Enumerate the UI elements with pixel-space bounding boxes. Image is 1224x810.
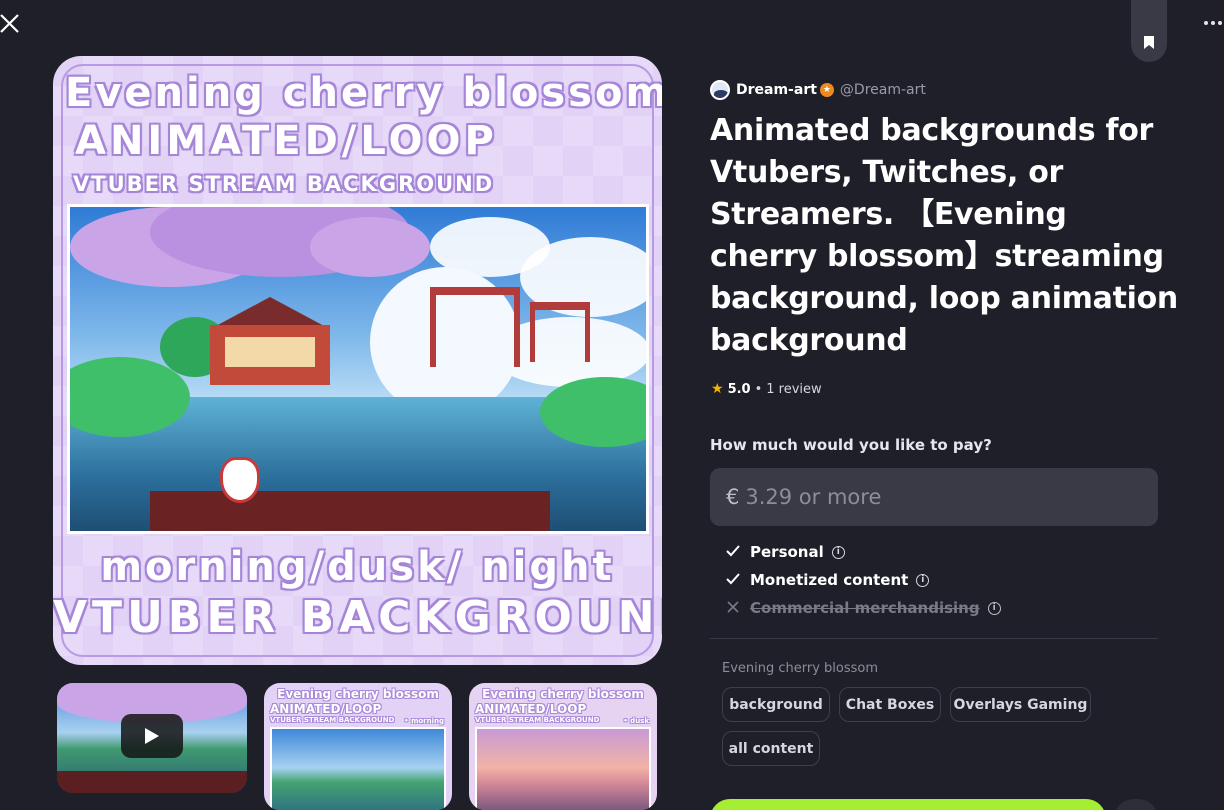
close-button[interactable] <box>0 10 22 36</box>
currency-symbol: € <box>726 485 740 509</box>
star-icon: ★ <box>711 381 724 397</box>
thumbnail-variant: • dusk <box>623 717 649 725</box>
close-icon <box>0 14 19 33</box>
play-button[interactable] <box>121 714 183 758</box>
tag-background[interactable]: background <box>722 687 830 722</box>
info-icon[interactable]: i <box>831 545 845 559</box>
verified-badge-icon: ★ <box>819 83 834 97</box>
artwork-variants: morning/dusk/ night <box>100 544 615 590</box>
tag-chat-boxes[interactable]: Chat Boxes <box>839 687 941 722</box>
thumbnail-video[interactable] <box>57 683 247 793</box>
rating-score: 5.0 <box>727 381 751 397</box>
tag-overlays-gaming[interactable]: Overlays Gaming <box>950 687 1091 722</box>
artwork-caption: VTUBER STREAM BACKGROUND <box>73 172 495 196</box>
rating-separator: • <box>754 381 763 397</box>
review-count[interactable]: 1 review <box>766 382 821 397</box>
thumbnail-morning[interactable]: Evening cherry blossom ANIMATED/LOOP VTU… <box>264 683 452 810</box>
more-horizontal-icon <box>1204 21 1208 25</box>
thumbnail-subtitle: ANIMATED/LOOP <box>475 702 587 716</box>
info-icon[interactable]: i <box>916 573 930 587</box>
license-monetized: Monetized content i <box>724 571 930 589</box>
thumbnail-title: Evening cherry blossom <box>482 687 644 701</box>
thumbnail-subtitle: ANIMATED/LOOP <box>270 702 382 716</box>
wishlist-button[interactable] <box>1114 799 1158 810</box>
rating[interactable]: ★ 5.0 • 1 review <box>711 381 822 397</box>
creator-info[interactable]: Dream-art ★ @Dream-art <box>710 80 926 100</box>
buy-button[interactable] <box>710 799 1106 810</box>
artwork-scene <box>67 204 649 534</box>
info-icon[interactable]: i <box>987 601 1001 615</box>
creator-handle[interactable]: @Dream-art <box>840 82 926 98</box>
license-label: Commercial merchandising <box>750 599 980 617</box>
avatar[interactable] <box>710 80 730 100</box>
thumbnail-title: Evening cherry blossom <box>277 687 439 701</box>
bookmark-icon <box>1144 36 1154 49</box>
creator-name[interactable]: Dream-art <box>736 82 817 98</box>
price-field[interactable]: € <box>710 468 1158 526</box>
pay-question-label: How much would you like to pay? <box>710 436 992 454</box>
license-label: Monetized content <box>750 571 909 589</box>
check-icon <box>724 571 742 589</box>
tag-all-content[interactable]: all content <box>722 731 820 766</box>
play-icon <box>145 728 159 744</box>
artwork-footer: VTUBER BACKGROUND <box>53 592 662 643</box>
thumbnail-variant: • morning <box>404 717 444 725</box>
more-options-button[interactable] <box>1204 16 1224 30</box>
license-label: Personal <box>750 543 824 561</box>
divider <box>710 638 1158 639</box>
price-input[interactable] <box>745 485 1126 509</box>
main-product-image[interactable]: Evening cherry blossom ANIMATED/LOOP VTU… <box>53 56 662 665</box>
artwork-title: Evening cherry blossom <box>65 70 662 116</box>
license-personal: Personal i <box>724 543 845 561</box>
bookmark-button[interactable] <box>1131 0 1167 62</box>
license-commercial: Commercial merchandising i <box>724 599 1001 617</box>
product-title: Animated backgrounds for Vtubers, Twitch… <box>710 113 1178 358</box>
artwork-subtitle: ANIMATED/LOOP <box>75 118 498 164</box>
collection-label[interactable]: Evening cherry blossom <box>722 661 878 676</box>
thumbnail-dusk[interactable]: Evening cherry blossom ANIMATED/LOOP VTU… <box>469 683 657 810</box>
cross-icon <box>724 599 742 617</box>
check-icon <box>724 543 742 561</box>
